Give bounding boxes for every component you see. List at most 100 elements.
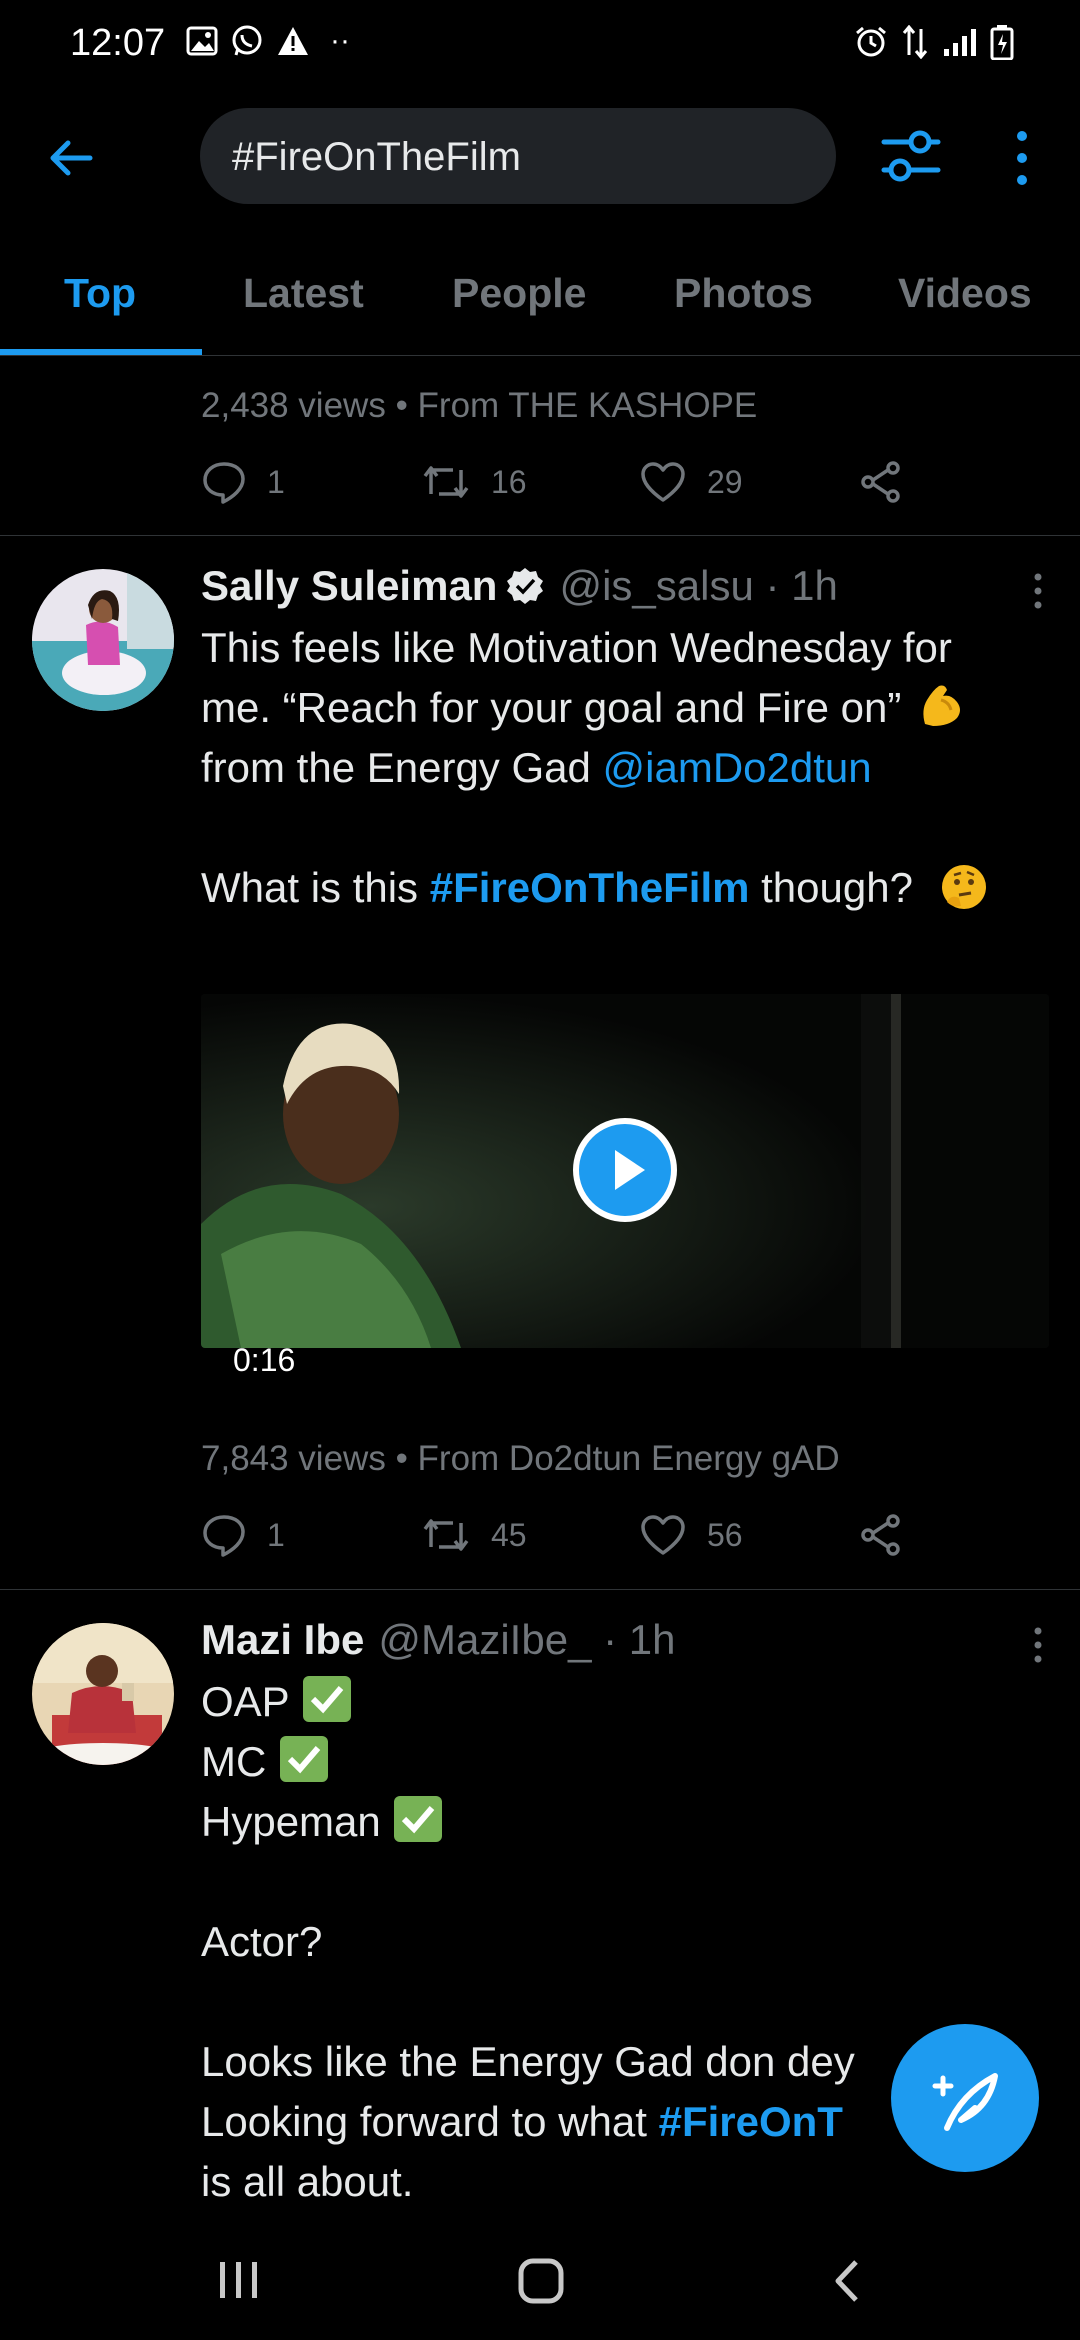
- active-tab-indicator: [0, 349, 202, 355]
- reply-icon: [203, 1515, 245, 1557]
- search-filter-button[interactable]: [876, 124, 946, 190]
- avatar[interactable]: [32, 1623, 174, 1765]
- recent-apps-icon: [220, 2262, 257, 2298]
- status-notification-icons: ··: [186, 24, 350, 58]
- tweet-view-count-row: 7,843 views • From Do2dtun Energy gAD: [201, 1439, 840, 1478]
- compose-tweet-button[interactable]: [891, 2024, 1039, 2172]
- mention-link[interactable]: @iamDo2dtun: [603, 744, 872, 791]
- search-header: #FireOnTheFilm: [0, 100, 1080, 215]
- tweet-header: Sally Suleiman @is_salsu · 1h: [201, 562, 838, 610]
- play-icon: [615, 1150, 645, 1190]
- tweet-text-line: Hypeman: [201, 1792, 1041, 1852]
- divider: [0, 535, 1080, 536]
- retweet-icon: [423, 1519, 469, 1551]
- avatar[interactable]: [32, 569, 174, 711]
- share-button[interactable]: [859, 1513, 903, 1557]
- video-player[interactable]: [201, 994, 1049, 1348]
- tab-people[interactable]: People: [452, 270, 586, 317]
- tab-photos[interactable]: Photos: [674, 270, 813, 317]
- tweet-actions: 1 45 56: [201, 1513, 921, 1563]
- tweet-header: Mazi Ibe @MaziIbe_ · 1h: [201, 1616, 675, 1664]
- play-button[interactable]: [573, 1118, 677, 1222]
- home-button[interactable]: [516, 2256, 566, 2306]
- alarm-icon: [856, 26, 886, 57]
- display-name[interactable]: Mazi Ibe: [201, 1616, 364, 1664]
- tweet-text-line: me. “Reach for your goal and Fire on”: [201, 678, 1041, 738]
- check-mark-icon: [266, 1736, 330, 1785]
- status-time: 12:07: [70, 22, 166, 64]
- retweet-count: 45: [491, 1516, 527, 1553]
- reply-button[interactable]: 1: [201, 460, 285, 504]
- share-button[interactable]: [859, 460, 903, 504]
- recent-apps-button[interactable]: [214, 2258, 264, 2304]
- battery-icon: [990, 25, 1014, 60]
- like-button[interactable]: 56: [639, 1513, 743, 1557]
- back-nav-icon: [835, 2260, 858, 2302]
- search-query: #FireOnTheFilm: [232, 135, 521, 179]
- check-mark-icon: [392, 1796, 444, 1845]
- tab-top[interactable]: Top: [64, 270, 136, 317]
- tweet-actions: 1 16 29: [201, 460, 921, 510]
- tweet-menu-button[interactable]: [1030, 1621, 1046, 1671]
- reply-count: 1: [267, 1516, 285, 1553]
- view-count: 7,843 views: [201, 1439, 386, 1478]
- hashtag-link[interactable]: #FireOnT: [659, 2098, 843, 2145]
- handle-and-time: @MaziIbe_ · 1h: [378, 1616, 676, 1663]
- tab-videos[interactable]: Videos: [898, 270, 1032, 317]
- reply-icon: [203, 462, 245, 504]
- status-bar: 12:07 ··: [0, 0, 1080, 86]
- back-nav-button[interactable]: [828, 2256, 868, 2306]
- status-system-icons: [854, 24, 1014, 60]
- tweet-text-line: from the Energy Gad @iamDo2dtun: [201, 744, 872, 791]
- compose-feather-icon: [932, 2073, 998, 2131]
- tweet-text-line: What is this #FireOnTheFilm though?: [201, 858, 1041, 918]
- display-name[interactable]: Sally Suleiman: [201, 562, 497, 610]
- tweet-menu-button[interactable]: [1030, 567, 1046, 617]
- share-icon: [861, 1514, 900, 1556]
- tab-latest[interactable]: Latest: [243, 270, 364, 317]
- tweet-text-line: This feels like Motivation Wednesday for: [201, 624, 952, 671]
- heart-icon: [641, 1515, 685, 1555]
- reply-count: 1: [267, 463, 285, 500]
- view-count: 2,438 views: [201, 386, 386, 425]
- system-navigation-bar: [0, 2220, 1080, 2340]
- retweet-icon: [423, 466, 469, 498]
- check-mark-icon: [301, 1676, 353, 1725]
- retweet-count: 16: [491, 463, 527, 500]
- heart-icon: [641, 462, 685, 502]
- video-duration: 0:16: [233, 1342, 296, 1378]
- avatar-image: [32, 569, 174, 711]
- tweet-text-line: OAP: [201, 1672, 1041, 1732]
- data-arrows-icon: [902, 25, 928, 59]
- like-count: 56: [707, 1516, 743, 1553]
- reply-button[interactable]: 1: [201, 1513, 285, 1557]
- more-vertical-icon: [1034, 573, 1042, 609]
- avatar-image: [32, 1623, 174, 1765]
- video-source[interactable]: From Do2dtun Energy gAD: [418, 1439, 840, 1478]
- more-vertical-icon: [1017, 131, 1027, 185]
- more-notifications-icon: ··: [330, 24, 350, 57]
- retweet-button[interactable]: 16: [421, 460, 527, 504]
- more-vertical-icon: [1034, 1627, 1042, 1663]
- home-icon: [518, 2258, 564, 2304]
- retweet-button[interactable]: 45: [421, 1513, 527, 1557]
- share-icon: [861, 461, 900, 503]
- search-input[interactable]: #FireOnTheFilm: [200, 108, 836, 204]
- hashtag-link[interactable]: #FireOnTheFilm: [430, 864, 750, 911]
- tweet-view-count-row: 2,438 views • From THE KASHOPE: [201, 386, 758, 425]
- like-count: 29: [707, 463, 743, 500]
- thinking-face-icon: [927, 864, 989, 911]
- handle-and-time: @is_salsu · 1h: [559, 562, 838, 609]
- like-button[interactable]: 29: [639, 460, 743, 504]
- warning-icon: [278, 27, 308, 55]
- whatsapp-icon: [232, 25, 262, 56]
- overflow-menu-button[interactable]: [1002, 126, 1042, 190]
- search-tabs: Top Latest People Photos Videos: [0, 238, 1080, 356]
- verified-badge-icon: [505, 566, 545, 606]
- arrow-left-icon: [50, 140, 93, 176]
- back-button[interactable]: [42, 128, 102, 188]
- video-source[interactable]: From THE KASHOPE: [418, 386, 758, 425]
